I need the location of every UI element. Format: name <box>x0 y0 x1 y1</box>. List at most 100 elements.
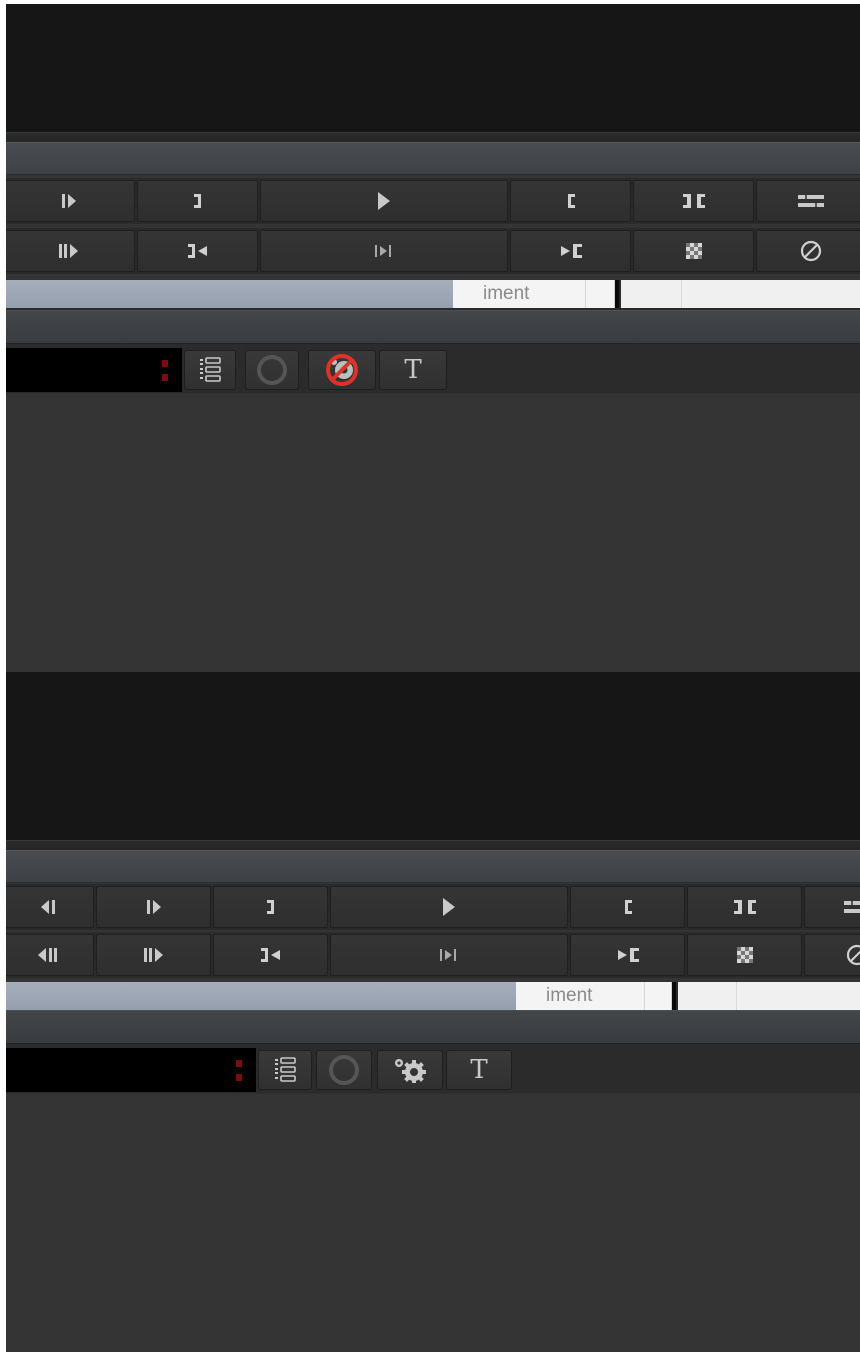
play-forward-slow-icon <box>143 948 163 962</box>
record-circle-icon <box>257 355 287 385</box>
play-button[interactable] <box>260 180 508 222</box>
timeline-tracks-button[interactable] <box>804 886 860 928</box>
checker-button[interactable] <box>633 230 754 272</box>
record-button[interactable] <box>316 1050 372 1090</box>
list-button[interactable] <box>258 1050 312 1090</box>
play-forward-frame-button[interactable] <box>96 886 211 928</box>
timecode-display[interactable] <box>6 1048 256 1092</box>
play-forward-frame-button[interactable] <box>6 180 135 222</box>
go-to-out-button[interactable] <box>213 934 328 976</box>
play-forward-frame-icon <box>146 900 161 914</box>
play-icon <box>378 192 390 210</box>
step-to-end-icon <box>440 949 456 961</box>
timecode-indicator <box>162 360 168 382</box>
timeline-tracks-icon <box>798 195 824 207</box>
panel-header-bar <box>6 850 860 883</box>
checker-icon <box>685 243 702 259</box>
playhead[interactable] <box>615 280 619 308</box>
transport-row-1 <box>6 178 860 224</box>
info-bar <box>6 310 860 344</box>
scrub-progress-fill <box>6 982 516 1010</box>
mark-in-button[interactable] <box>570 886 685 928</box>
record-button[interactable] <box>245 350 299 390</box>
play-forward-slow-icon <box>58 244 78 258</box>
timecode-display[interactable] <box>6 348 182 392</box>
clip-name-label: iment <box>516 982 672 1010</box>
disable-icon <box>800 240 822 262</box>
scrub-bar[interactable]: iment <box>6 982 860 1012</box>
step-to-end-icon <box>375 245 391 257</box>
mark-out-button[interactable] <box>213 886 328 928</box>
tool-row: T <box>6 344 860 394</box>
info-bar <box>6 1010 860 1044</box>
mark-out-bracket-icon <box>266 900 274 914</box>
checker-button[interactable] <box>687 934 802 976</box>
step-to-end-button[interactable] <box>260 230 508 272</box>
go-to-in-button[interactable] <box>510 230 631 272</box>
play-reverse-slow-button[interactable] <box>6 934 94 976</box>
viewer-panel-bottom: iment T <box>6 672 860 1352</box>
scrub-bar[interactable]: iment <box>6 280 860 310</box>
playhead[interactable] <box>672 982 676 1010</box>
mark-in-bracket-icon <box>624 900 632 914</box>
text-tool-button[interactable]: T <box>379 350 447 390</box>
go-to-in-icon <box>560 244 582 258</box>
text-tool-icon: T <box>404 355 422 385</box>
effects-disabled-button[interactable] <box>308 350 376 390</box>
text-tool-icon: T <box>470 1055 488 1085</box>
go-to-in-icon <box>617 948 639 962</box>
match-frame-button[interactable] <box>633 180 754 222</box>
step-back-frame-icon <box>41 900 55 914</box>
clip-name-text: iment <box>483 283 530 304</box>
go-to-out-icon <box>187 244 207 258</box>
match-frame-icon <box>682 194 705 208</box>
go-to-out-icon <box>260 948 280 962</box>
viewer-panel-top: iment T <box>6 4 860 672</box>
play-icon <box>443 898 455 916</box>
panel-header-bar <box>6 142 860 175</box>
disable-button[interactable] <box>804 934 860 976</box>
play-forward-slow-button[interactable] <box>6 230 135 272</box>
play-forward-frame-icon <box>61 194 76 208</box>
transport-row-2 <box>6 228 860 274</box>
list-icon <box>275 1057 296 1082</box>
mark-in-button[interactable] <box>510 180 631 222</box>
step-back-frame-button[interactable] <box>6 886 94 928</box>
record-circle-icon <box>329 1055 359 1085</box>
scrub-remaining <box>678 982 860 1010</box>
list-button[interactable] <box>184 350 236 390</box>
video-viewer[interactable] <box>6 4 860 132</box>
mark-in-bracket-icon <box>567 194 575 208</box>
timeline-tracks-icon <box>844 901 860 913</box>
go-to-out-button[interactable] <box>137 230 258 272</box>
timecode-indicator <box>236 1060 242 1082</box>
scrub-progress-fill <box>6 280 453 308</box>
timeline-tracks-button[interactable] <box>756 180 860 222</box>
effects-settings-button[interactable] <box>377 1050 443 1090</box>
clip-name-text: iment <box>546 985 593 1006</box>
play-forward-slow-button[interactable] <box>96 934 211 976</box>
play-button[interactable] <box>330 886 568 928</box>
transport-row-2 <box>6 932 860 978</box>
tool-row: T <box>6 1044 860 1094</box>
mark-out-bracket-icon <box>193 194 201 208</box>
step-to-end-button[interactable] <box>330 934 568 976</box>
disable-button[interactable] <box>756 230 860 272</box>
checker-icon <box>736 947 753 963</box>
viewer-divider <box>6 132 860 142</box>
text-tool-button[interactable]: T <box>446 1050 512 1090</box>
play-reverse-slow-icon <box>38 948 57 962</box>
scrub-remaining <box>621 280 860 308</box>
effects-disabled-icon <box>326 354 358 386</box>
transport-row-1 <box>6 884 860 930</box>
viewer-divider <box>6 840 860 850</box>
clip-name-label: iment <box>453 280 615 308</box>
effects-settings-icon <box>395 1059 426 1083</box>
match-frame-icon <box>733 900 756 914</box>
match-frame-button[interactable] <box>687 886 802 928</box>
mark-out-button[interactable] <box>137 180 258 222</box>
list-icon <box>200 357 221 382</box>
video-viewer[interactable] <box>6 672 860 840</box>
disable-icon <box>846 944 860 966</box>
go-to-in-button[interactable] <box>570 934 685 976</box>
